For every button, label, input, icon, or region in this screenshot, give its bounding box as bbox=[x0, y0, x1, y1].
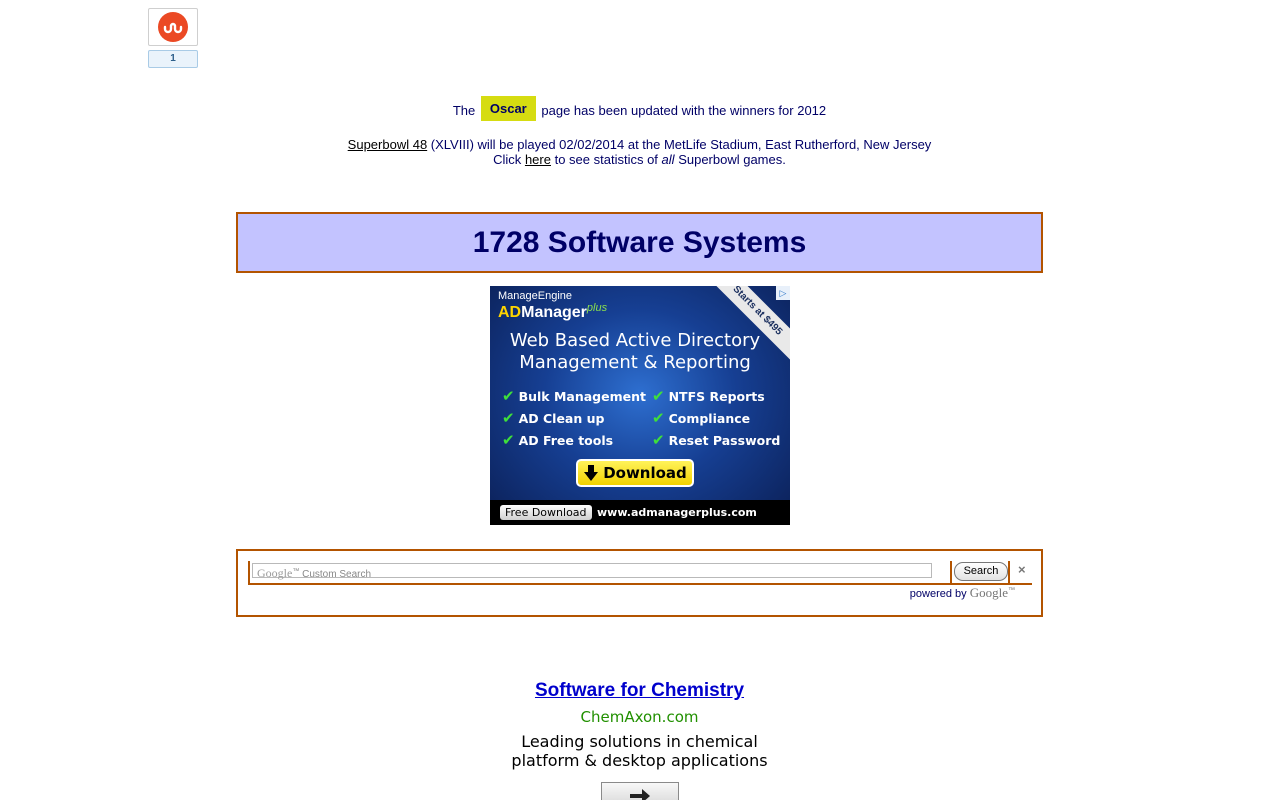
ad-brand-manager: Manager bbox=[521, 304, 587, 321]
chem-ad-title[interactable]: Software for Chemistry bbox=[535, 680, 744, 702]
checkmark-icon: ✔ bbox=[652, 409, 665, 427]
ad-footer: Free Download www.admanagerplus.com bbox=[490, 500, 790, 525]
oscar-suffix: page has been updated with the winners f… bbox=[541, 103, 827, 118]
chemaxon-ad: Software for Chemistry ChemAxon.com Lead… bbox=[0, 680, 1279, 800]
chem-ad-description: Leading solutions in chemical platform &… bbox=[0, 732, 1279, 770]
ad-download-label: Download bbox=[603, 464, 687, 482]
ad-brand-logo: ADManagerplus bbox=[498, 302, 607, 322]
search-bar: Google™ Custom Search Search × bbox=[248, 561, 1032, 585]
oscar-prefix: The bbox=[452, 103, 476, 118]
ad-headline-line-2: Management & Reporting bbox=[519, 352, 751, 373]
free-download-button[interactable]: Free Download bbox=[500, 505, 592, 520]
stumbleupon-widget[interactable]: 1 bbox=[148, 8, 198, 68]
adchoices-icon[interactable]: ▷ bbox=[776, 286, 790, 300]
ad-feature: ✔ AD Clean up bbox=[502, 409, 652, 427]
ad-feature-label: NTFS Reports bbox=[668, 388, 765, 404]
ad-brand-ad: AD bbox=[498, 304, 522, 321]
chem-ad-desc-line-2: platform & desktop applications bbox=[511, 751, 768, 770]
page: 1 The Oscar page has been updated with t… bbox=[0, 0, 1279, 800]
google-tm: ™ bbox=[292, 568, 300, 575]
checkmark-icon: ✔ bbox=[652, 387, 665, 405]
stats-text: to see statistics of bbox=[554, 152, 658, 167]
superbowl-link[interactable]: Superbowl 48 bbox=[348, 137, 428, 152]
admanager-ad-banner[interactable]: ManageEngine ADManagerplus Starts at $49… bbox=[490, 286, 790, 525]
superbowl-notice: Superbowl 48 (XLVIII) will be played 02/… bbox=[0, 137, 1279, 167]
ad-feature-list: ✔ Bulk Management ✔ NTFS Reports ✔ AD Clean… bbox=[502, 387, 790, 449]
checkmark-icon: ✔ bbox=[502, 387, 515, 405]
checkmark-icon: ✔ bbox=[502, 409, 515, 427]
search-divider bbox=[1008, 561, 1010, 583]
oscar-link[interactable]: Oscar bbox=[480, 96, 536, 121]
powered-by-google: powered by Google™ bbox=[910, 585, 1015, 601]
google-watermark: Google bbox=[257, 566, 293, 580]
site-title: 1728 Software Systems bbox=[472, 225, 807, 259]
ad-headline: Web Based Active Directory Management & … bbox=[490, 330, 780, 374]
superbowl-games-text: Superbowl games. bbox=[678, 152, 786, 167]
ad-feature-label: Bulk Management bbox=[518, 388, 646, 404]
clear-icon[interactable]: × bbox=[1018, 562, 1026, 577]
chem-ad-desc-line-1: Leading solutions in chemical bbox=[521, 732, 758, 751]
search-placeholder: Custom Search bbox=[302, 569, 372, 580]
stumbleupon-button[interactable] bbox=[148, 8, 198, 46]
google-logo: Google bbox=[969, 585, 1008, 600]
superbowl-line-1: Superbowl 48 (XLVIII) will be played 02/… bbox=[0, 137, 1279, 152]
search-divider bbox=[950, 561, 952, 583]
ad-feature: ✔ AD Free tools bbox=[502, 431, 652, 449]
download-arrow-icon bbox=[584, 465, 599, 481]
ad-feature-label: AD Free tools bbox=[518, 432, 614, 448]
checkmark-icon: ✔ bbox=[652, 431, 665, 449]
custom-search-box: Google™ Custom Search Search × powered b… bbox=[236, 549, 1043, 617]
arrow-right-icon bbox=[629, 789, 650, 800]
google-logo-tm: ™ bbox=[1008, 587, 1015, 594]
stumble-count: 1 bbox=[148, 50, 198, 68]
ad-feature: ✔ Reset Password bbox=[652, 431, 790, 449]
chem-ad-url[interactable]: ChemAxon.com bbox=[0, 708, 1279, 726]
site-title-box: 1728 Software Systems bbox=[236, 212, 1043, 273]
ad-feature: ✔ Bulk Management bbox=[502, 387, 652, 405]
checkmark-icon: ✔ bbox=[502, 431, 515, 449]
oscar-notice: The Oscar page has been updated with the… bbox=[0, 96, 1279, 121]
ad-brand-plus: plus bbox=[586, 302, 608, 314]
ad-feature: ✔ Compliance bbox=[652, 409, 790, 427]
chem-ad-go-button[interactable] bbox=[600, 782, 679, 800]
superbowl-line-2: Click here to see statistics of all Supe… bbox=[0, 152, 1279, 167]
search-input[interactable]: Google™ Custom Search bbox=[252, 563, 932, 580]
ad-url[interactable]: www.admanagerplus.com bbox=[597, 506, 757, 519]
stumbleupon-icon bbox=[158, 12, 188, 42]
powered-by-text: powered by bbox=[909, 588, 967, 600]
ad-download-button[interactable]: Download bbox=[576, 459, 694, 487]
superbowl-details: (XLVIII) will be played 02/02/2014 at th… bbox=[430, 137, 932, 152]
ad-headline-line-1: Web Based Active Directory bbox=[509, 330, 761, 351]
ad-feature-label: Reset Password bbox=[668, 432, 781, 448]
ad-feature: ✔ NTFS Reports bbox=[652, 387, 790, 405]
ad-feature-label: AD Clean up bbox=[518, 410, 605, 426]
search-button[interactable]: Search bbox=[954, 562, 1008, 581]
here-link[interactable]: here bbox=[525, 152, 551, 167]
click-text: Click bbox=[493, 152, 522, 167]
all-emphasis: all bbox=[661, 152, 675, 167]
ad-feature-label: Compliance bbox=[668, 410, 751, 426]
ad-brand-manageengine: ManageEngine bbox=[498, 290, 573, 302]
